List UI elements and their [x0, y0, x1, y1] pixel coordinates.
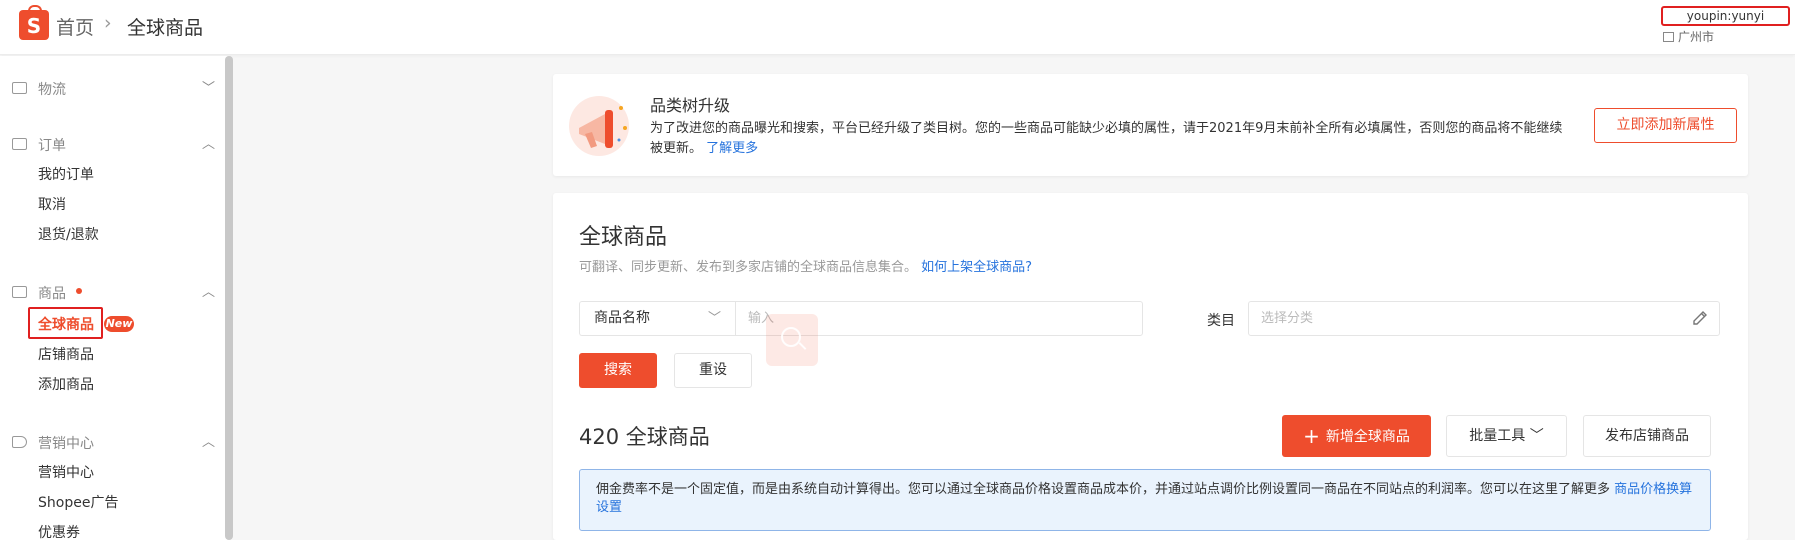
building-icon: [1663, 32, 1674, 42]
sidebar-item-shopee-ads[interactable]: Shopee广告: [38, 492, 118, 512]
sidebar-section-orders[interactable]: 订单 ︿: [0, 133, 220, 155]
pencil-icon[interactable]: [1691, 309, 1709, 327]
new-badge: New: [104, 316, 134, 332]
top-header: S 首页 › 全球商品 youpin:yunyi 广州市: [0, 0, 1795, 55]
box-icon: [12, 286, 27, 298]
search-icon-handle: [798, 342, 807, 350]
chevron-down-icon: ﹀: [202, 81, 216, 96]
truck-icon: [12, 82, 27, 94]
product-count-title: 420 全球商品: [579, 425, 710, 449]
user-account-button[interactable]: youpin:yunyi: [1661, 6, 1790, 26]
batch-tools-label: 批量工具: [1469, 428, 1526, 444]
sidebar-item-my-orders[interactable]: 我的订单: [38, 164, 94, 184]
sidebar-scrollbar[interactable]: [225, 56, 233, 540]
sidebar-item-shop-products[interactable]: 店铺商品: [38, 344, 94, 364]
megaphone-icon: [569, 96, 629, 156]
category-label: 类目: [1207, 313, 1235, 329]
sidebar-section-products[interactable]: 商品 ︿: [0, 281, 220, 303]
notification-dot: [76, 288, 82, 294]
notice-description: 为了改进您的商品曝光和搜索，平台已经升级了类目树。您的一些商品可能缺少必填的属性…: [650, 119, 1570, 159]
add-global-product-button[interactable]: + 新增全球商品: [1282, 415, 1431, 457]
how-to-list-link[interactable]: 如何上架全球商品?: [921, 260, 1032, 275]
sidebar-item-vouchers[interactable]: 优惠券: [38, 522, 80, 540]
category-placeholder: 选择分类: [1261, 311, 1314, 326]
filter-field-value: 商品名称: [594, 310, 650, 326]
city-label: 广州市: [1678, 30, 1715, 44]
document-icon: [12, 138, 27, 150]
info-text: 佣金费率不是一个固定值，而是由系统自动计算得出。您可以通过全球商品价格设置商品成…: [596, 482, 1611, 497]
notice-title: 品类树升级: [650, 96, 731, 115]
reset-button[interactable]: 重设: [674, 353, 752, 388]
sidebar-section-label: 营销中心: [38, 436, 94, 452]
shopee-logo-icon[interactable]: S: [19, 5, 49, 40]
chevron-up-icon: ︿: [202, 137, 216, 152]
commission-info-banner: 佣金费率不是一个固定值，而是由系统自动计算得出。您可以通过全球商品价格设置商品成…: [579, 469, 1711, 531]
add-attributes-button[interactable]: 立即添加新属性: [1594, 108, 1737, 143]
filter-field-select[interactable]: 商品名称 ﹀: [579, 301, 735, 336]
sidebar-section-logistics[interactable]: 物流 ﹀: [0, 77, 220, 99]
chevron-up-icon: ︿: [202, 435, 216, 450]
user-city: 广州市: [1663, 28, 1714, 45]
category-upgrade-notice: 品类树升级 为了改进您的商品曝光和搜索，平台已经升级了类目树。您的一些商品可能缺…: [553, 74, 1748, 176]
search-icon: [781, 327, 801, 347]
breadcrumb-separator-icon: ›: [104, 12, 112, 34]
page-title: 全球商品: [579, 225, 668, 250]
notice-text: 为了改进您的商品曝光和搜索，平台已经升级了类目树。您的一些商品可能缺少必填的属性…: [650, 121, 1563, 156]
chevron-down-icon: ﹀: [1529, 428, 1544, 444]
search-overlay-icon: [766, 314, 818, 366]
page-subtitle: 可翻译、同步更新、发布到多家店铺的全球商品信息集合。 如何上架全球商品?: [579, 256, 1032, 275]
sidebar-item-global-products[interactable]: 全球商品: [38, 314, 94, 334]
subtitle-text: 可翻译、同步更新、发布到多家店铺的全球商品信息集合。: [579, 260, 918, 275]
chevron-down-icon: ﹀: [707, 311, 721, 326]
add-button-label: 新增全球商品: [1325, 429, 1410, 445]
sidebar-item-cancel[interactable]: 取消: [38, 194, 66, 214]
sidebar-section-label: 物流: [38, 82, 66, 98]
sidebar-section-label: 商品: [38, 286, 66, 302]
chevron-up-icon: ︿: [202, 285, 216, 300]
sidebar-item-add-product[interactable]: 添加商品: [38, 374, 94, 394]
batch-tools-dropdown[interactable]: 批量工具 ﹀: [1446, 415, 1567, 457]
publish-shop-products-button[interactable]: 发布店铺商品: [1583, 415, 1711, 457]
sidebar-item-returns[interactable]: 退货/退款: [38, 224, 99, 244]
tag-icon: [12, 436, 27, 448]
sidebar-section-label: 订单: [38, 138, 66, 154]
sidebar-item-marketing-center[interactable]: 营销中心: [38, 462, 94, 482]
breadcrumb-current: 全球商品: [127, 17, 204, 39]
sidebar-section-marketing[interactable]: 营销中心 ︿: [0, 431, 220, 453]
sidebar: 物流 ﹀ 订单 ︿ 我的订单 取消 退货/退款 商品 ︿ 店铺商品 添加商品 营…: [0, 56, 230, 540]
global-products-panel: 全球商品 可翻译、同步更新、发布到多家店铺的全球商品信息集合。 如何上架全球商品…: [553, 193, 1748, 540]
plus-icon: +: [1303, 424, 1320, 448]
learn-more-link[interactable]: 了解更多: [706, 141, 758, 156]
category-select[interactable]: 选择分类: [1248, 301, 1720, 336]
breadcrumb-home[interactable]: 首页: [56, 13, 94, 40]
search-button[interactable]: 搜索: [579, 353, 657, 388]
